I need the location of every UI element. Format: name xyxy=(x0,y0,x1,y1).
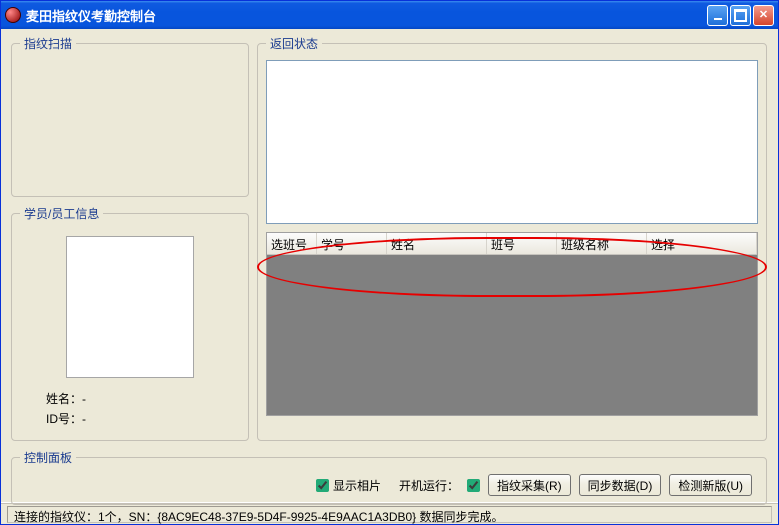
titlebar: 麦田指纹仪考勤控制台 xyxy=(1,1,778,29)
close-button[interactable] xyxy=(753,5,774,26)
sync-data-button[interactable]: 同步数据(D) xyxy=(579,474,662,496)
check-update-button[interactable]: 检测新版(U) xyxy=(669,474,752,496)
id-label: ID号：- xyxy=(46,410,240,427)
name-label: 姓名：- xyxy=(46,390,240,407)
control-panel-legend: 控制面板 xyxy=(20,449,76,466)
col-name[interactable]: 姓名 xyxy=(387,233,487,254)
control-panel-group: 控制面板 显示相片 开机运行： 指纹采集(R) 同步数据(D) 检测新版(U) xyxy=(11,449,767,505)
client-area: 指纹扫描 学员/员工信息 姓名：- ID号：- 返回状态 选班号 学号 姓名 班… xyxy=(1,29,778,502)
boot-run-checkbox[interactable] xyxy=(467,479,480,492)
col-student-no[interactable]: 学号 xyxy=(317,233,387,254)
statusbar: 连接的指纹仪：1个，SN：{8AC9EC48-37E9-5D4F-9925-4E… xyxy=(1,502,778,524)
grid-header: 选班号 学号 姓名 班号 班级名称 选择 xyxy=(267,233,757,255)
return-status-legend: 返回状态 xyxy=(266,35,322,52)
employee-info-legend: 学员/员工信息 xyxy=(20,205,103,222)
photo-box xyxy=(66,236,194,378)
app-icon xyxy=(5,7,21,23)
status-textarea[interactable] xyxy=(266,60,758,224)
status-text: 连接的指纹仪：1个，SN：{8AC9EC48-37E9-5D4F-9925-4E… xyxy=(7,506,772,523)
show-photo-label: 显示相片 xyxy=(333,477,381,494)
window-buttons xyxy=(707,5,774,26)
fingerprint-collect-button[interactable]: 指纹采集(R) xyxy=(488,474,571,496)
data-grid[interactable]: 选班号 学号 姓名 班号 班级名称 选择 xyxy=(266,232,758,416)
minimize-button[interactable] xyxy=(707,5,728,26)
show-photo-input[interactable] xyxy=(316,479,329,492)
fingerprint-scan-legend: 指纹扫描 xyxy=(20,35,76,52)
control-row: 显示相片 开机运行： 指纹采集(R) 同步数据(D) 检测新版(U) xyxy=(20,474,758,496)
col-select-class-no[interactable]: 选班号 xyxy=(267,233,317,254)
window-title: 麦田指纹仪考勤控制台 xyxy=(26,6,707,25)
boot-run-input[interactable] xyxy=(467,479,480,492)
boot-run-label: 开机运行： xyxy=(399,477,459,494)
show-photo-checkbox[interactable]: 显示相片 xyxy=(316,477,381,494)
col-class-no[interactable]: 班号 xyxy=(487,233,557,254)
fingerprint-scan-group: 指纹扫描 xyxy=(11,35,249,197)
employee-info-group: 学员/员工信息 姓名：- ID号：- xyxy=(11,205,249,441)
return-status-group: 返回状态 选班号 学号 姓名 班号 班级名称 选择 xyxy=(257,35,767,441)
maximize-button[interactable] xyxy=(730,5,751,26)
col-class-name[interactable]: 班级名称 xyxy=(557,233,647,254)
col-select[interactable]: 选择 xyxy=(647,233,757,254)
